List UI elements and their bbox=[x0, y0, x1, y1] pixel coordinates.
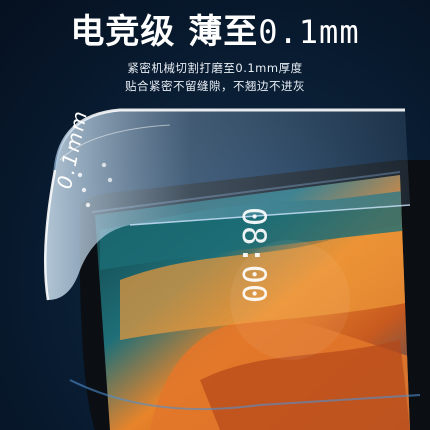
phone-clock: 08:00 bbox=[235, 206, 274, 304]
product-illustration bbox=[43, 108, 430, 430]
